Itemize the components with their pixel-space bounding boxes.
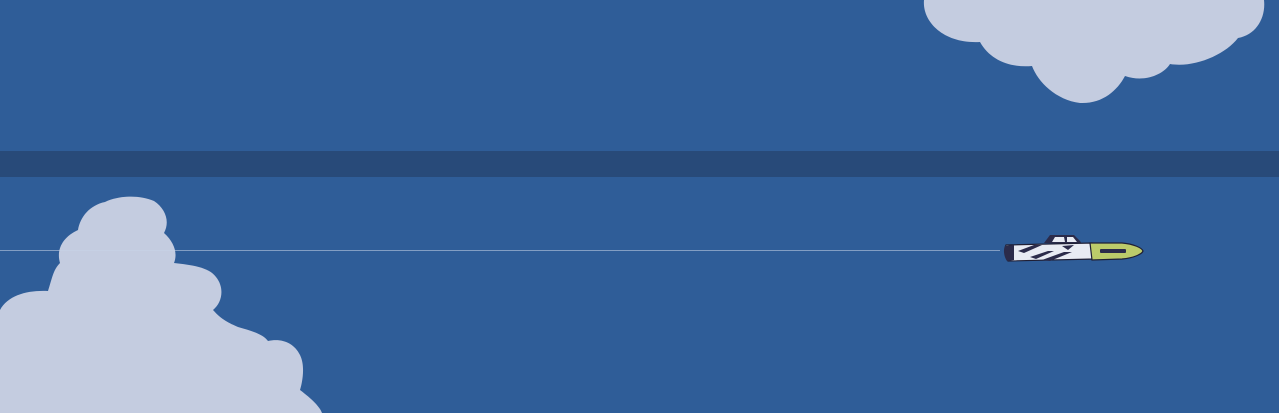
game-scene [0, 0, 1279, 413]
ship-engine [1003, 245, 1014, 261]
speed-trail [0, 250, 1000, 251]
spaceship-icon [1003, 235, 1144, 262]
ship-nose-window [1100, 249, 1126, 253]
cloud-bottom-left [0, 196, 322, 413]
horizon-band [0, 151, 1279, 177]
cloud-top-right [923, 0, 1265, 104]
